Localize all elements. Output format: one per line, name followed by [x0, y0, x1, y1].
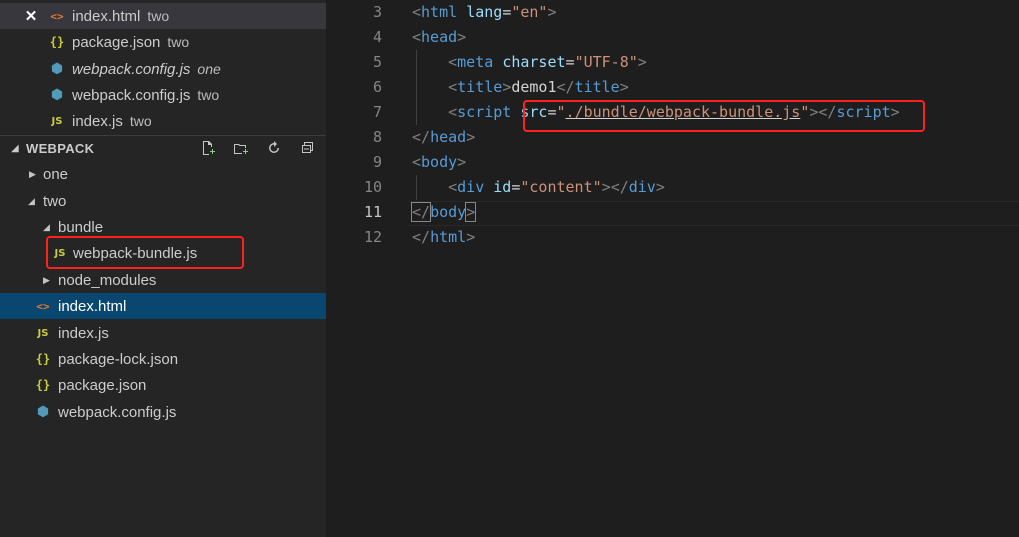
line-number-current: 11	[363, 203, 382, 221]
open-editor-folder: two	[147, 8, 170, 24]
explorer-section-header[interactable]: ◢ WEBPACK	[0, 135, 326, 161]
file-label: package.json	[58, 376, 147, 394]
open-editor-filename: webpack.config.js	[72, 60, 191, 78]
tree-folder-node-modules[interactable]: ▶ node_modules	[0, 267, 326, 293]
line-number: 10	[363, 178, 382, 196]
line-number: 12	[363, 228, 382, 246]
code-line-12[interactable]: </html>	[412, 225, 475, 250]
tree-file-index-html[interactable]: <> index.html	[0, 293, 326, 319]
line-number: 8	[372, 128, 382, 146]
code-line-9[interactable]: <body>	[412, 150, 466, 175]
json-icon: {}	[35, 352, 51, 366]
open-editor-filename: index.html	[72, 7, 141, 25]
open-editor-folder: two	[167, 34, 190, 50]
line-number: 7	[372, 103, 382, 121]
webpack-icon: ⬢	[50, 61, 64, 77]
js-icon: JS	[51, 115, 63, 127]
script-src-link: ./bundle/webpack-bundle.js	[565, 103, 801, 121]
open-editor-filename: webpack.config.js	[72, 86, 191, 104]
code-line-8[interactable]: </head>	[412, 125, 475, 150]
open-editor-webpack-config-one[interactable]: ⬢ webpack.config.js one	[0, 56, 326, 82]
code-line-5[interactable]: <meta charset="UTF-8">	[412, 50, 647, 75]
html-icon: <>	[36, 299, 50, 313]
folder-label: node_modules	[58, 271, 157, 289]
open-editor-filename: package.json	[72, 33, 161, 51]
tree-file-package-lock-json[interactable]: {} package-lock.json	[0, 346, 326, 372]
webpack-icon: ⬢	[50, 87, 64, 103]
json-icon: {}	[49, 35, 65, 49]
js-icon: JS	[54, 247, 66, 259]
line-number: 4	[372, 28, 382, 46]
html-icon: <>	[50, 9, 64, 23]
file-label: package-lock.json	[58, 350, 179, 368]
folder-label: two	[43, 192, 67, 210]
tree-file-package-json[interactable]: {} package.json	[0, 372, 326, 398]
open-editor-package-json-two[interactable]: {} package.json two	[0, 29, 326, 55]
tree-folder-two[interactable]: ◢ two	[0, 188, 326, 214]
code-line-6[interactable]: <title>demo1</title>	[412, 75, 629, 100]
new-file-icon[interactable]	[198, 140, 218, 158]
open-editor-folder: two	[129, 113, 152, 129]
line-number: 5	[372, 53, 382, 71]
open-editor-index-html-two[interactable]: ✕ <> index.html two	[0, 3, 326, 29]
file-label: webpack.config.js	[58, 403, 177, 421]
open-editor-index-js-two[interactable]: JS index.js two	[0, 108, 326, 134]
open-editor-folder: two	[197, 87, 220, 103]
new-folder-icon[interactable]	[231, 140, 251, 158]
webpack-icon: ⬢	[36, 404, 50, 420]
code-line-3[interactable]: <html lang="en">	[412, 0, 557, 25]
refresh-icon[interactable]	[264, 140, 284, 158]
tree-file-webpack-config-js[interactable]: ⬢ webpack.config.js	[0, 399, 326, 425]
file-label: index.html	[58, 297, 127, 315]
code-line-4[interactable]: <head>	[412, 25, 466, 50]
folder-label: bundle	[58, 218, 104, 236]
file-label: webpack-bundle.js	[73, 244, 198, 262]
file-label: index.js	[58, 324, 109, 342]
sidebar: ✕ <> index.html two {} package.json two …	[0, 0, 326, 537]
line-number: 6	[372, 78, 382, 96]
chevron-right-icon: ▶	[29, 168, 36, 179]
open-editor-folder: one	[197, 61, 221, 77]
code-line-11[interactable]: </body>	[410, 200, 477, 225]
code-editor[interactable]: 3 4 5 6 7 8 9 10 11 12 <html lang="en"> …	[326, 0, 1019, 537]
tree-file-webpack-bundle-js[interactable]: JS webpack-bundle.js	[0, 240, 326, 266]
open-editor-webpack-config-two[interactable]: ⬢ webpack.config.js two	[0, 82, 326, 108]
js-icon: JS	[37, 327, 49, 339]
tree-folder-bundle[interactable]: ◢ bundle	[0, 214, 326, 240]
collapse-all-icon[interactable]	[297, 140, 317, 158]
close-icon[interactable]: ✕	[24, 7, 38, 25]
current-line-highlight	[408, 201, 1019, 226]
json-icon: {}	[35, 378, 51, 392]
tree-file-index-js[interactable]: JS index.js	[0, 320, 326, 346]
open-editor-filename: index.js	[72, 112, 123, 130]
explorer-section-title: WEBPACK	[26, 141, 95, 156]
folder-label: one	[43, 165, 69, 183]
chevron-down-icon: ◢	[28, 195, 35, 206]
chevron-down-icon: ◢	[43, 221, 50, 232]
code-line-7[interactable]: <script src="./bundle/webpack-bundle.js"…	[412, 100, 900, 125]
chevron-right-icon: ▶	[43, 274, 50, 285]
line-number: 9	[372, 153, 382, 171]
code-line-10[interactable]: <div id="content"></div>	[412, 175, 665, 200]
chevron-down-icon[interactable]: ◢	[11, 143, 19, 154]
line-number: 3	[372, 3, 382, 21]
tree-folder-one[interactable]: ▶ one	[0, 161, 326, 187]
